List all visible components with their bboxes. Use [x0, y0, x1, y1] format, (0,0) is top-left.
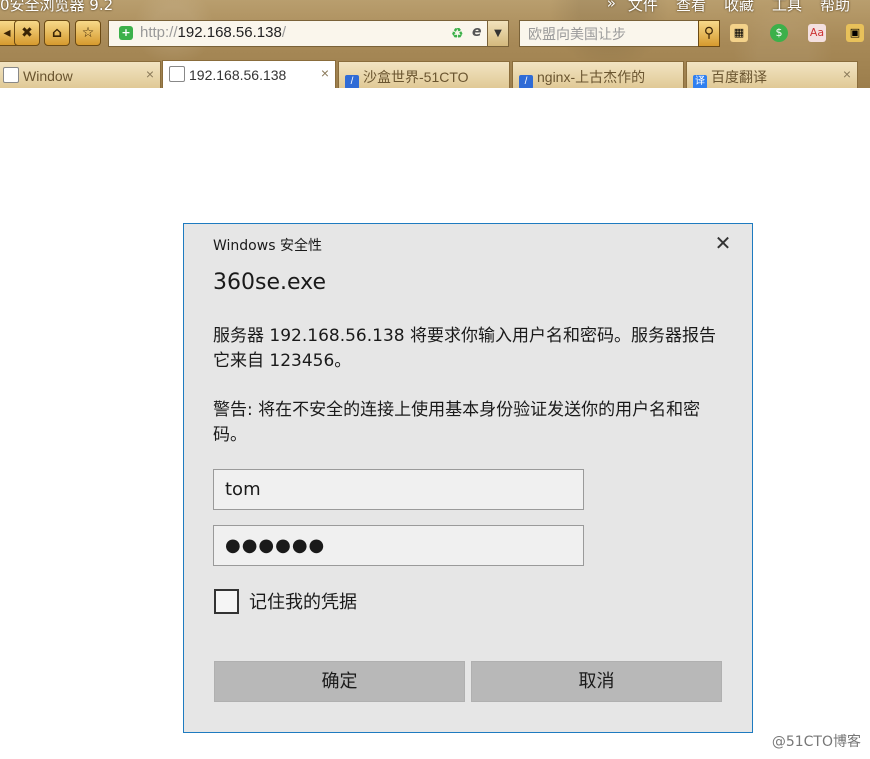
menu-file[interactable]: 文件	[628, 0, 658, 15]
cancel-button[interactable]: 取消	[471, 661, 722, 702]
menu-tools[interactable]: 工具	[772, 0, 802, 15]
favorite-button[interactable]: ☆	[75, 20, 101, 46]
extension-icon[interactable]: ▣	[846, 24, 864, 42]
address-bar[interactable]: + http://192.168.56.138/ ♻ e ▼	[108, 20, 509, 47]
tab-close-icon[interactable]: ×	[843, 66, 851, 82]
close-icon: ✕	[714, 231, 732, 255]
home-icon: ⌂	[51, 25, 63, 41]
url-scheme: http://	[140, 24, 178, 41]
page-icon	[3, 67, 19, 83]
tab-active-ip[interactable]: 192.168.56.138 ×	[162, 60, 336, 88]
remember-credentials-label[interactable]: 记住我的凭据	[249, 588, 357, 614]
dialog-app-name: 360se.exe	[213, 270, 327, 295]
tab-label: 沙盒世界-51CTO	[363, 69, 469, 85]
address-dropdown-button[interactable]: ▼	[487, 21, 508, 46]
ie-mode-icon[interactable]: e	[472, 24, 482, 40]
ok-button[interactable]: 确定	[214, 661, 465, 702]
tab-nginx[interactable]: / nginx-上古杰作的	[512, 61, 684, 88]
chevron-down-icon: ▼	[494, 28, 502, 39]
username-field[interactable]: tom	[213, 469, 584, 510]
tab-label: nginx-上古杰作的	[537, 69, 646, 85]
tab-51cto[interactable]: / 沙盒世界-51CTO	[338, 61, 510, 88]
security-shield-icon: +	[119, 26, 133, 40]
search-button[interactable]: ⚲	[698, 20, 720, 47]
tab-close-icon[interactable]: ×	[146, 66, 154, 82]
search-input[interactable]: 欧盟向美国让步	[519, 20, 699, 47]
translate-icon: 译	[693, 75, 707, 88]
url-suffix: /	[281, 24, 286, 41]
tab-label: 192.168.56.138	[189, 67, 287, 83]
tab-label: 百度翻译	[711, 69, 767, 85]
feather-icon: /	[345, 75, 359, 88]
remember-credentials-checkbox[interactable]	[214, 589, 239, 614]
home-button[interactable]: ⌂	[44, 20, 70, 46]
dialog-title: Windows 安全性	[213, 238, 322, 254]
translate-tool-icon[interactable]: Aa	[808, 24, 826, 42]
star-icon: ☆	[81, 25, 95, 41]
menu-bar: » 文件 查看 收藏 工具 帮助	[607, 0, 870, 15]
tab-close-icon[interactable]: ×	[321, 65, 329, 81]
recycle-icon[interactable]: ♻	[451, 26, 464, 42]
menu-help[interactable]: 帮助	[820, 0, 850, 15]
watermark: @51CTO博客	[771, 734, 861, 750]
tab-baidu-translate[interactable]: 译百度翻译 ×	[686, 61, 858, 88]
menu-favorites[interactable]: 收藏	[724, 0, 754, 15]
dialog-warning: 警告: 将在不安全的连接上使用基本身份验证发送你的用户名和密码。	[213, 400, 701, 445]
feather-icon: /	[519, 75, 533, 88]
address-url[interactable]: http://192.168.56.138/	[140, 24, 286, 41]
dialog-message: 服务器 192.168.56.138 将要求你输入用户名和密码。服务器报告它来自…	[213, 326, 716, 371]
security-guard-icon[interactable]: $	[770, 24, 788, 42]
dialog-close-button[interactable]: ✕	[712, 232, 734, 254]
browser-chrome: 0安全浏览器 9.2 » 文件 查看 收藏 工具 帮助 ◂ ✖ ⌂ ☆ + ht…	[0, 0, 870, 88]
password-field[interactable]: ●●●●●●	[213, 525, 584, 566]
tab-label: Window	[23, 68, 73, 84]
stop-button[interactable]: ✖	[14, 20, 40, 46]
tab-window[interactable]: Window ×	[0, 61, 161, 88]
url-host: 192.168.56.138	[177, 24, 282, 41]
window-title: 0安全浏览器 9.2	[0, 0, 114, 14]
back-icon: ◂	[3, 25, 11, 41]
page-icon	[169, 66, 185, 82]
menu-view[interactable]: 查看	[676, 0, 706, 15]
close-icon: ✖	[21, 25, 33, 41]
windows-security-dialog: Windows 安全性 ✕ 360se.exe 服务器 192.168.56.1…	[183, 223, 753, 733]
menu-overflow-chevron[interactable]: »	[607, 0, 616, 15]
search-icon: ⚲	[703, 25, 715, 41]
apps-grid-icon[interactable]: ▦	[730, 24, 748, 42]
